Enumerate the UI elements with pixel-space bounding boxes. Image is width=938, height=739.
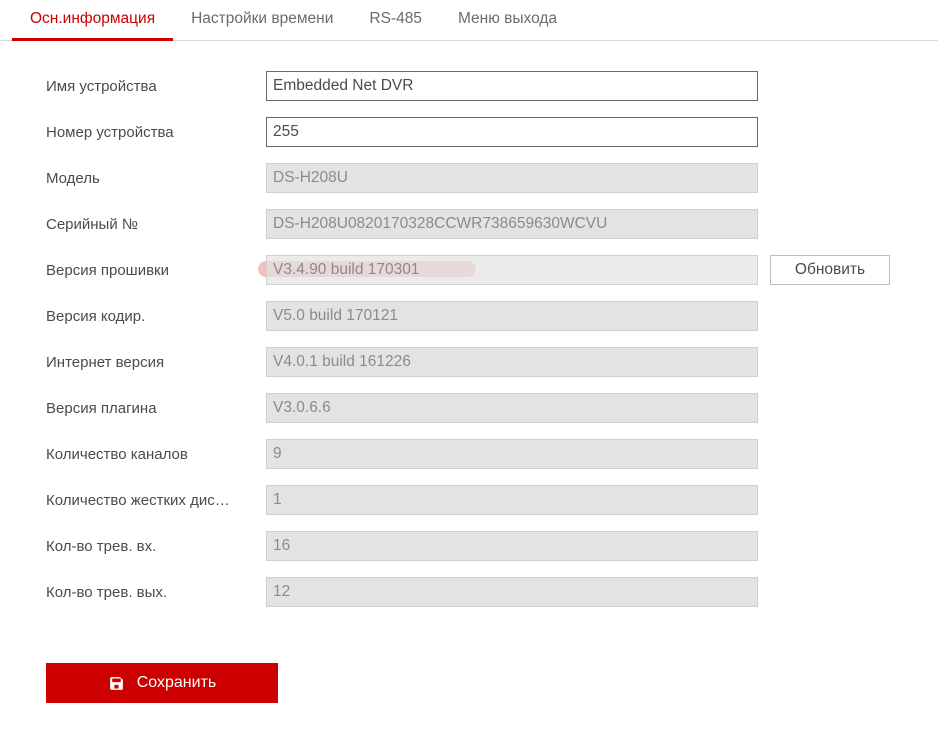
row-channels: Количество каналов	[46, 439, 938, 469]
alarm-in-field	[266, 531, 758, 561]
label-model: Модель	[46, 170, 266, 187]
web-field	[266, 347, 758, 377]
device-name-field[interactable]	[266, 71, 758, 101]
label-encoding: Версия кодир.	[46, 308, 266, 325]
row-serial: Серийный №	[46, 209, 938, 239]
label-plugin: Версия плагина	[46, 400, 266, 417]
serial-field	[266, 209, 758, 239]
model-field	[266, 163, 758, 193]
row-device-name: Имя устройства	[46, 71, 938, 101]
row-web: Интернет версия	[46, 347, 938, 377]
row-plugin: Версия плагина	[46, 393, 938, 423]
label-web: Интернет версия	[46, 354, 266, 371]
label-alarm-in: Кол-во трев. вх.	[46, 538, 266, 555]
label-hdd: Количество жестких дис…	[46, 492, 266, 509]
device-number-field[interactable]	[266, 117, 758, 147]
row-hdd: Количество жестких дис…	[46, 485, 938, 515]
label-device-number: Номер устройства	[46, 124, 266, 141]
label-firmware: Версия прошивки	[46, 262, 266, 279]
tab-rs485[interactable]: RS-485	[351, 0, 440, 41]
row-firmware: Версия прошивки Обновить	[46, 255, 938, 285]
row-device-number: Номер устройства	[46, 117, 938, 147]
label-channels: Количество каналов	[46, 446, 266, 463]
tab-time-settings[interactable]: Настройки времени	[173, 0, 351, 41]
tab-logout-menu[interactable]: Меню выхода	[440, 0, 575, 41]
row-alarm-in: Кол-во трев. вх.	[46, 531, 938, 561]
row-encoding: Версия кодир.	[46, 301, 938, 331]
firmware-field-wrap	[266, 255, 758, 285]
firmware-field	[266, 255, 758, 285]
encoding-field	[266, 301, 758, 331]
hdd-field	[266, 485, 758, 515]
device-info-form: Имя устройства Номер устройства Модель С…	[0, 41, 938, 723]
label-serial: Серийный №	[46, 216, 266, 233]
save-button[interactable]: Сохранить	[46, 663, 278, 703]
label-alarm-out: Кол-во трев. вых.	[46, 584, 266, 601]
save-button-label: Сохранить	[137, 674, 217, 692]
channels-field	[266, 439, 758, 469]
row-alarm-out: Кол-во трев. вых.	[46, 577, 938, 607]
plugin-field	[266, 393, 758, 423]
label-device-name: Имя устройства	[46, 78, 266, 95]
row-model: Модель	[46, 163, 938, 193]
tab-basic-info[interactable]: Осн.информация	[12, 0, 173, 41]
tabs-bar: Осн.информация Настройки времени RS-485 …	[0, 0, 938, 41]
alarm-out-field	[266, 577, 758, 607]
update-button[interactable]: Обновить	[770, 255, 890, 285]
save-icon	[108, 675, 125, 692]
